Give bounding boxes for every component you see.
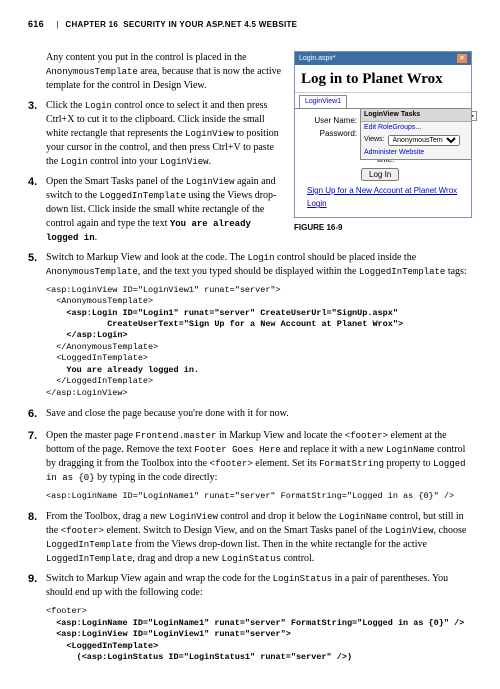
loginview-control-tag[interactable]: LoginView1 [299, 95, 347, 108]
step-number-5: 5. [28, 251, 46, 279]
step-9-body: Switch to Markup View again and wrap the… [46, 572, 472, 600]
username-label: User Name: [301, 115, 357, 126]
page-heading: Log in to Planet Wrox [295, 65, 471, 93]
administer-website-link[interactable]: Administer Website [361, 147, 471, 159]
step-number-7: 7. [28, 429, 46, 485]
edit-rolegroups-link[interactable]: Edit RoleGroups... [361, 122, 471, 134]
step-7-body: Open the master page Frontend.master in … [46, 429, 472, 485]
views-dropdown[interactable]: AnonymousTemplate [388, 135, 460, 146]
login-link[interactable]: Login [301, 199, 333, 208]
step-number-3: 3. [28, 99, 46, 169]
chapter-label: CHAPTER 16 [65, 20, 118, 29]
chapter-title: SECURITY IN YOUR ASP.NET 4.5 WEBSITE [123, 20, 297, 29]
code-block-7: <asp:LoginName ID="LoginName1" runat="se… [46, 491, 472, 502]
page-number: 616 [28, 19, 44, 29]
step-number-6: 6. [28, 407, 46, 422]
step-number-4: 4. [28, 175, 46, 245]
designer-tab-path: Login.aspx*× [295, 52, 471, 66]
step-6-body: Save and close the page because you're d… [46, 407, 472, 422]
step-3-body: Click the Login control once to select i… [46, 99, 283, 169]
login-button[interactable] [361, 168, 399, 181]
views-label: Views: [364, 135, 385, 145]
intro-paragraph: Any content you put in the control is pl… [46, 51, 301, 93]
page-header: 616 | CHAPTER 16 SECURITY IN YOUR ASP.NE… [28, 18, 472, 31]
figure-caption: FIGURE 16-9 [294, 222, 472, 233]
step-8-body: From the Toolbox, drag a new LoginView c… [46, 510, 472, 566]
figure-16-9: Login.aspx*× Log in to Planet Wrox Login… [294, 51, 472, 234]
signup-link[interactable]: Sign Up for a New Account at Planet Wrox [301, 185, 465, 198]
step-4-body: Open the Smart Tasks panel of the LoginV… [46, 175, 283, 245]
smart-tasks-panel: LoginView Tasks Edit RoleGroups... Views… [360, 108, 472, 159]
close-icon[interactable]: × [457, 54, 467, 64]
step-number-9: 9. [28, 572, 46, 600]
code-block-5: <asp:LoginView ID="LoginView1" runat="se… [46, 285, 472, 400]
step-5-body: Switch to Markup View and look at the co… [46, 251, 472, 279]
code-block-9: <footer> <asp:LoginName ID="LoginName1" … [46, 606, 472, 663]
step-number-8: 8. [28, 510, 46, 566]
password-label: Password: [301, 128, 357, 139]
smart-tasks-title: LoginView Tasks [361, 109, 471, 122]
